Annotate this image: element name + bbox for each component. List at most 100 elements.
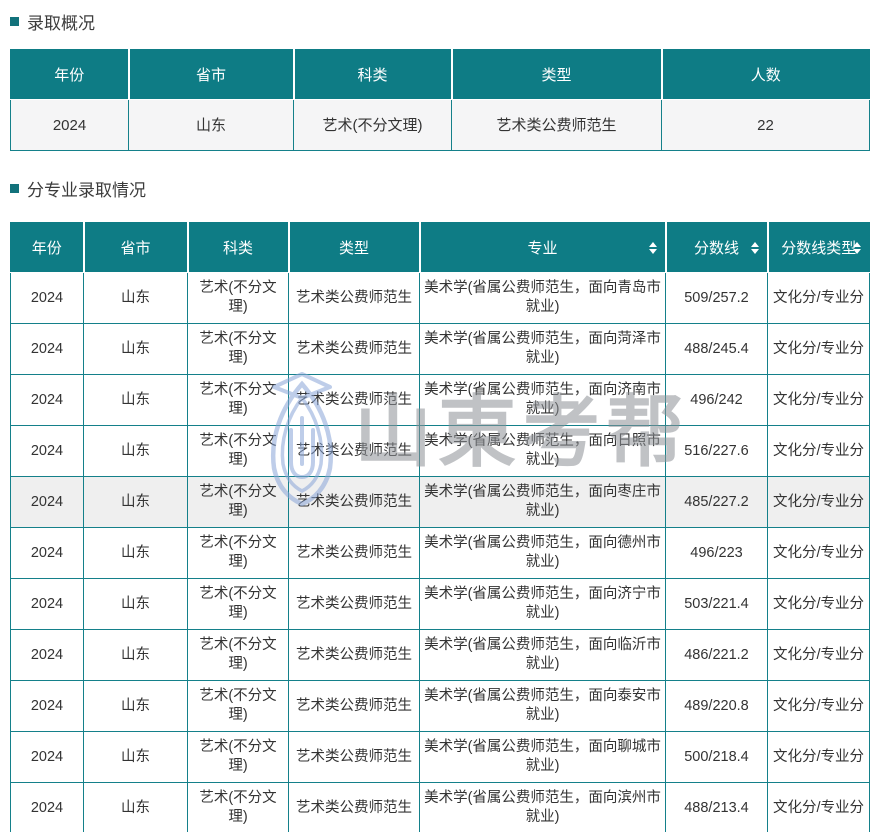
column-header-label: 省市 bbox=[196, 67, 226, 84]
cell-subject-category: 艺术(不分文理) bbox=[188, 426, 289, 477]
table-row: 2024山东艺术(不分文理)艺术类公费师范生美术学(省属公费师范生，面向青岛市就… bbox=[11, 273, 870, 324]
cell-score-line-type: 文化分/专业分 bbox=[768, 375, 870, 426]
cell-type: 艺术类公费师范生 bbox=[289, 732, 420, 783]
cell-year: 2024 bbox=[11, 100, 129, 151]
column-header-label: 年份 bbox=[32, 240, 62, 257]
column-header-year: 年份 bbox=[11, 223, 84, 273]
sort-up-arrow-icon bbox=[649, 242, 657, 247]
sort-icon[interactable] bbox=[649, 242, 657, 254]
cell-major: 美术学(省属公费师范生，面向聊城市就业) bbox=[420, 732, 666, 783]
cell-score-line-type: 文化分/专业分 bbox=[768, 783, 870, 832]
overview-table: 年份 省市 科类 类型 人数 2024山东艺术(不分文理)艺术类公费师范生22 bbox=[10, 49, 870, 151]
admissions-page: 录取概况 年份省市科类类型人数 2024山东艺术(不分文理)艺术类公费师范生22… bbox=[0, 0, 879, 832]
cell-subject-category: 艺术(不分文理) bbox=[188, 579, 289, 630]
table-row: 2024山东艺术(不分文理)艺术类公费师范生美术学(省属公费师范生，面向菏泽市就… bbox=[11, 324, 870, 375]
cell-score-line: 496/223 bbox=[666, 528, 768, 579]
cell-subject-category: 艺术(不分文理) bbox=[188, 273, 289, 324]
cell-score-line-type: 文化分/专业分 bbox=[768, 579, 870, 630]
cell-province: 山东 bbox=[84, 426, 188, 477]
column-header-label: 省市 bbox=[120, 240, 150, 257]
cell-type: 艺术类公费师范生 bbox=[289, 681, 420, 732]
cell-subject-category: 艺术(不分文理) bbox=[188, 783, 289, 832]
column-header-major[interactable]: 专业 bbox=[420, 223, 666, 273]
cell-major: 美术学(省属公费师范生，面向青岛市就业) bbox=[420, 273, 666, 324]
cell-type: 艺术类公费师范生 bbox=[289, 630, 420, 681]
sort-icon[interactable] bbox=[751, 242, 759, 254]
cell-score-line-type: 文化分/专业分 bbox=[768, 426, 870, 477]
cell-score-line-type: 文化分/专业分 bbox=[768, 528, 870, 579]
column-header-label: 类型 bbox=[541, 67, 571, 84]
column-header-count: 人数 bbox=[662, 50, 870, 100]
column-header-province: 省市 bbox=[84, 223, 188, 273]
cell-year: 2024 bbox=[11, 732, 84, 783]
cell-score-line: 486/221.2 bbox=[666, 630, 768, 681]
cell-province: 山东 bbox=[84, 375, 188, 426]
column-header-type: 类型 bbox=[452, 50, 662, 100]
cell-score-line-type: 文化分/专业分 bbox=[768, 477, 870, 528]
column-header-label: 专业 bbox=[527, 240, 557, 257]
cell-subject-category: 艺术(不分文理) bbox=[188, 528, 289, 579]
cell-subject-category: 艺术(不分文理) bbox=[188, 375, 289, 426]
table-row: 2024山东艺术(不分文理)艺术类公费师范生22 bbox=[11, 100, 870, 151]
cell-type: 艺术类公费师范生 bbox=[289, 528, 420, 579]
sort-icon[interactable] bbox=[853, 242, 861, 254]
table-row: 2024山东艺术(不分文理)艺术类公费师范生美术学(省属公费师范生，面向济宁市就… bbox=[11, 579, 870, 630]
cell-major: 美术学(省属公费师范生，面向济宁市就业) bbox=[420, 579, 666, 630]
column-header-subject-category: 科类 bbox=[294, 50, 452, 100]
section-title-majors: 分专业录取情况 bbox=[10, 151, 869, 201]
cell-year: 2024 bbox=[11, 528, 84, 579]
cell-type: 艺术类公费师范生 bbox=[289, 579, 420, 630]
cell-major: 美术学(省属公费师范生，面向泰安市就业) bbox=[420, 681, 666, 732]
table-row: 2024山东艺术(不分文理)艺术类公费师范生美术学(省属公费师范生，面向枣庄市就… bbox=[11, 477, 870, 528]
column-header-type: 类型 bbox=[289, 223, 420, 273]
cell-type: 艺术类公费师范生 bbox=[289, 375, 420, 426]
cell-score-line: 489/220.8 bbox=[666, 681, 768, 732]
cell-province: 山东 bbox=[84, 528, 188, 579]
cell-year: 2024 bbox=[11, 273, 84, 324]
sort-up-arrow-icon bbox=[853, 242, 861, 247]
cell-province: 山东 bbox=[84, 630, 188, 681]
cell-major: 美术学(省属公费师范生，面向济南市就业) bbox=[420, 375, 666, 426]
column-header-year: 年份 bbox=[11, 50, 129, 100]
cell-major: 美术学(省属公费师范生，面向临沂市就业) bbox=[420, 630, 666, 681]
column-header-label: 科类 bbox=[357, 67, 387, 84]
overview-table-body: 2024山东艺术(不分文理)艺术类公费师范生22 bbox=[11, 100, 870, 151]
cell-year: 2024 bbox=[11, 681, 84, 732]
cell-year: 2024 bbox=[11, 426, 84, 477]
table-row: 2024山东艺术(不分文理)艺术类公费师范生美术学(省属公费师范生，面向滨州市就… bbox=[11, 783, 870, 832]
cell-province: 山东 bbox=[84, 273, 188, 324]
major-header-row: 年份 省市 科类 类型 专业 分数线分数线类型 bbox=[11, 223, 870, 273]
cell-score-line: 485/227.2 bbox=[666, 477, 768, 528]
cell-year: 2024 bbox=[11, 477, 84, 528]
column-header-score-line[interactable]: 分数线 bbox=[666, 223, 768, 273]
cell-score-line: 503/221.4 bbox=[666, 579, 768, 630]
table-row: 2024山东艺术(不分文理)艺术类公费师范生美术学(省属公费师范生，面向泰安市就… bbox=[11, 681, 870, 732]
column-header-province: 省市 bbox=[129, 50, 294, 100]
table-row: 2024山东艺术(不分文理)艺术类公费师范生美术学(省属公费师范生，面向日照市就… bbox=[11, 426, 870, 477]
cell-year: 2024 bbox=[11, 324, 84, 375]
cell-subject-category: 艺术(不分文理) bbox=[188, 732, 289, 783]
cell-score-line: 496/242 bbox=[666, 375, 768, 426]
table-row: 2024山东艺术(不分文理)艺术类公费师范生美术学(省属公费师范生，面向德州市就… bbox=[11, 528, 870, 579]
column-header-label: 科类 bbox=[223, 240, 253, 257]
cell-type: 艺术类公费师范生 bbox=[289, 783, 420, 832]
cell-province: 山东 bbox=[84, 732, 188, 783]
table-row: 2024山东艺术(不分文理)艺术类公费师范生美术学(省属公费师范生，面向聊城市就… bbox=[11, 732, 870, 783]
major-table-body: 2024山东艺术(不分文理)艺术类公费师范生美术学(省属公费师范生，面向青岛市就… bbox=[11, 273, 870, 832]
square-bullet-icon bbox=[10, 17, 19, 26]
sort-up-arrow-icon bbox=[751, 242, 759, 247]
cell-year: 2024 bbox=[11, 630, 84, 681]
cell-year: 2024 bbox=[11, 579, 84, 630]
cell-type: 艺术类公费师范生 bbox=[289, 477, 420, 528]
cell-subject-category: 艺术(不分文理) bbox=[294, 100, 452, 151]
cell-year: 2024 bbox=[11, 375, 84, 426]
column-header-score-line-type[interactable]: 分数线类型 bbox=[768, 223, 870, 273]
cell-province: 山东 bbox=[84, 579, 188, 630]
cell-major: 美术学(省属公费师范生，面向德州市就业) bbox=[420, 528, 666, 579]
sort-down-arrow-icon bbox=[649, 249, 657, 254]
sort-down-arrow-icon bbox=[751, 249, 759, 254]
column-header-subject-category: 科类 bbox=[188, 223, 289, 273]
table-row: 2024山东艺术(不分文理)艺术类公费师范生美术学(省属公费师范生，面向临沂市就… bbox=[11, 630, 870, 681]
cell-score-line: 488/245.4 bbox=[666, 324, 768, 375]
cell-major: 美术学(省属公费师范生，面向菏泽市就业) bbox=[420, 324, 666, 375]
